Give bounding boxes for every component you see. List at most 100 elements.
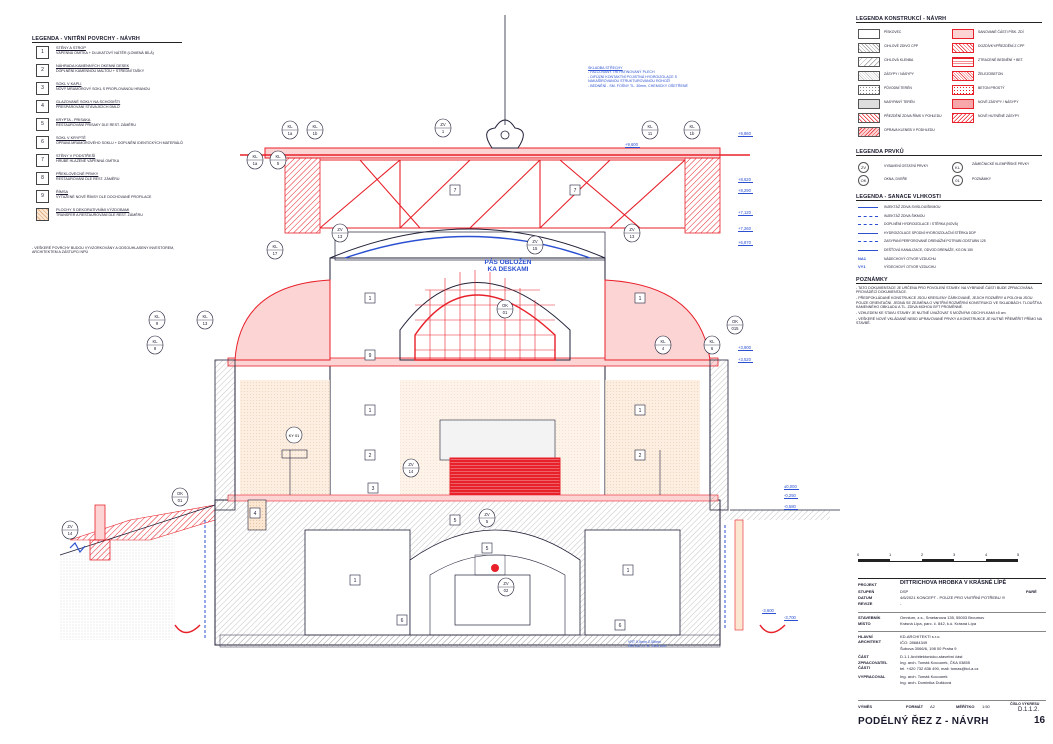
tb-vypracoval-1: Ing. arch. Tomáš Kocourek — [900, 674, 948, 679]
konstrukce-swatch — [952, 43, 974, 53]
roof-composition-note: SKLADBA STŘECHY - FALCOVANÝ TŘÍ PATINOVA… — [588, 66, 708, 88]
scale-bar: 0 1 2 3 4 5 — [857, 552, 1019, 567]
konstrukce-label: NASYPANÝ TERÉN — [884, 100, 915, 104]
prvky-poznamky-label: POZNÁMKY — [972, 177, 992, 181]
zv-reference-tag: ZV 14 — [402, 458, 420, 478]
svg-text:KL: KL — [709, 339, 715, 344]
legenda-prvku-title: LEGENDA PRVKŮ — [856, 149, 1042, 156]
room-number-tag: 4 — [249, 507, 261, 519]
konstrukce-swatch — [858, 57, 880, 67]
svg-text:1a: 1a — [288, 131, 293, 136]
svg-text:6: 6 — [401, 618, 404, 624]
svg-text:1: 1 — [369, 296, 372, 302]
room-number-tag: 2 — [364, 449, 376, 461]
level-mark: +7,120 — [738, 210, 753, 216]
sanace-label: HYDROIZOLACE SPODNÍ HYDROIZOLAČNÍ STĚRKA… — [884, 230, 976, 235]
kl-reference-tag: KL 1a — [246, 150, 264, 170]
poznamka: - VEŠKERÉ NOVÉ VKLÁDANÉ NEBO UPRAVOVANÉ … — [856, 316, 1042, 326]
prvky-okna-symbol: OK — [858, 175, 869, 186]
konstrukce-label: CIHLOVÉ ZDIVO CPP — [884, 44, 919, 48]
room-number-tag: 1 — [634, 404, 646, 416]
ok-reference-tag: OK 01 — [496, 299, 514, 319]
roof-note-line: - DIFÚZNÍ KONTAKTNÍ POJISTNÁ HYDROIZOLAC… — [588, 74, 677, 84]
ok-reference-tag: OK 01 — [171, 487, 189, 507]
scale-tick-label: 4 — [985, 552, 988, 557]
scale-tick-label: 1 — [889, 552, 892, 557]
poznamky-title: POZNÁMKY — [856, 277, 1042, 284]
tb-datum-label: DATUM — [858, 595, 873, 600]
konstrukce-label: ZTRACENÉ BEDNĚNÍ + BET. — [978, 58, 1024, 62]
svg-text:13: 13 — [203, 321, 208, 326]
pas-oblozen-line: PÁS OBLOŽEN — [484, 259, 532, 266]
zv-reference-tag: ZV1 — [434, 118, 452, 138]
kl-reference-tag: KL 17 — [266, 240, 284, 260]
svg-text:ZV: ZV — [484, 512, 490, 517]
tb-vymes-label: VÝMĚS — [858, 704, 873, 709]
svg-text:ZV: ZV — [440, 122, 446, 127]
prvky-zamecnicke-symbol: KL — [952, 162, 963, 173]
sanace-line-symbol — [858, 241, 878, 243]
prvky-okna-label: OKNA, DVEŘE — [884, 177, 908, 181]
sanace-label: ZASYPANÍ PERFOROVANÉ DRENÁŽNÍ POTRUBÍ OD… — [884, 239, 986, 244]
scale-bar-dark — [858, 559, 890, 562]
svg-text:1: 1 — [627, 568, 630, 574]
svg-text:1: 1 — [369, 408, 372, 414]
svg-text:02: 02 — [504, 588, 509, 593]
konstrukce-swatch — [952, 99, 974, 109]
tb-zpracovatel-1: Ing. arch. Tomáš Kocourek, ČKA 03855 — [900, 660, 970, 665]
konstrukce-label: OPRAVA KLENEB V PODHLEDU — [884, 128, 935, 132]
svg-text:14: 14 — [409, 469, 414, 474]
room-number-tag: 5 — [449, 514, 461, 526]
level-mark: -0,250 — [784, 493, 798, 499]
svg-text:3: 3 — [372, 486, 375, 492]
ok-reference-tag: OK 015 — [726, 315, 744, 335]
zv-reference-tag: ZV 13 — [331, 223, 349, 243]
svg-text:13: 13 — [630, 234, 635, 239]
konstrukce-swatch — [952, 57, 974, 67]
level-mark: +7,260 — [738, 226, 753, 232]
level-mark: +9,860 — [738, 131, 753, 137]
room-number-tag: 7 — [569, 184, 581, 196]
tb-cast-label: ČÁST — [858, 654, 869, 659]
legend-konstrukci-title: LEGENDA KONSTRUKCÍ - NÁVRH — [856, 16, 1042, 23]
tb-pare: PARÉ — [1026, 589, 1037, 594]
svg-text:2: 2 — [369, 453, 372, 459]
konstrukce-swatch — [858, 43, 880, 53]
kl-reference-tag: KL 1b — [683, 120, 701, 140]
svg-text:KL: KL — [275, 154, 281, 159]
sanace-opening-symbol: VY1 — [858, 264, 866, 270]
svg-text:5: 5 — [454, 518, 457, 524]
pas-oblozen-line: KA DESKAMI — [487, 266, 529, 273]
poznamky-items: - TATO DOKUMENTACE JE URČENA PRO POVOLEN… — [856, 286, 1042, 326]
svg-text:1: 1 — [639, 408, 642, 414]
tb-zpracovatel-2: tel. +420 732 836 490, mail: tomas@kd-a.… — [900, 666, 979, 671]
prvky-zamecnicke-label: ZÁMEČNICKÉ KLEMPÍŘSKÉ PRVKY — [972, 162, 1030, 166]
zv-reference-tag: ZV 14 — [61, 520, 79, 540]
kl-reference-tag: KL 1a — [281, 120, 299, 140]
svg-text:5: 5 — [486, 546, 489, 552]
level-mark: -3,600 — [762, 608, 776, 614]
level-mark: +3,900 — [738, 345, 753, 351]
roof-note-line: - BEDNĚNÍ - SM. FOŠNY TL. 30mm, CHEMICKY… — [588, 83, 688, 88]
bottom-drill-note: VRT 0,5mm 2,55mm DÉLKA 0,7 B. 15x6 mm — [628, 640, 666, 649]
tb-format: A2 — [930, 704, 935, 709]
poznamka: - TATO DOKUMENTACE JE URČENA PRO POVOLEN… — [856, 286, 1033, 295]
svg-text:9: 9 — [369, 353, 372, 359]
svg-text:2: 2 — [639, 453, 642, 459]
level-mark: +3,520 — [738, 357, 753, 363]
konstrukce-swatch — [858, 85, 880, 95]
tb-stupen: DSP — [900, 589, 909, 594]
svg-text:KL: KL — [272, 244, 278, 249]
legend-konstrukci-items: PÍSKOVEC CIHLOVÉ ZDIVO CPP CIHLOVÁ KLENBA Z… — [856, 23, 1042, 143]
tb-hlavni-1: KD-ARCHITEKTI s.r.o. — [900, 634, 941, 639]
kl-reference-tag: KL 11 — [641, 120, 659, 140]
room-number-tag: 3 — [367, 482, 379, 494]
prvky-vybaveni-symbol: ZV — [858, 162, 869, 173]
svg-text:13: 13 — [338, 234, 343, 239]
konstrukce-swatch — [952, 85, 974, 95]
konstrukce-label: ŽELEZOBETON — [978, 72, 1003, 76]
tb-cislo: D.1.1.2. — [1018, 707, 1040, 713]
kl-reference-tag: KL 1b — [306, 120, 324, 140]
legenda-prvku-items: ZV VYBAVENÍ OSTATNÍ PRVKY OK OKNA, DVEŘE… — [856, 156, 1042, 188]
konstrukce-swatch — [952, 113, 974, 123]
